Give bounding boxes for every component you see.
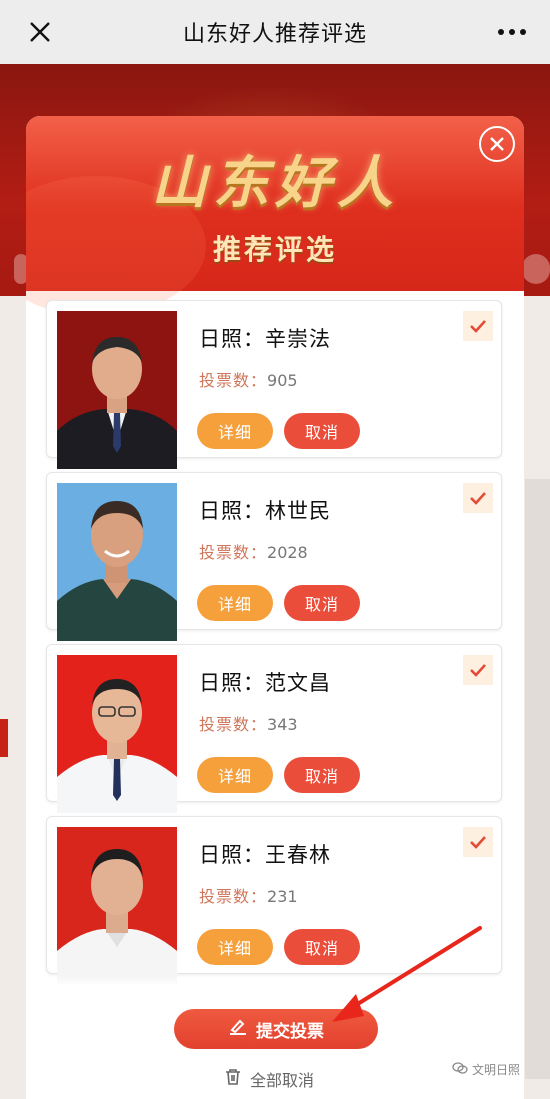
votes-value: 2028 <box>267 543 308 562</box>
background-pill <box>522 254 550 284</box>
watermark: 文明日照 <box>452 1061 520 1078</box>
detail-button[interactable]: 详细 <box>197 757 273 793</box>
candidate-card: 日照：范文昌 投票数：343 详细 取消 <box>46 644 502 813</box>
check-icon[interactable] <box>463 827 493 857</box>
vote-modal: 山东好人 推荐评选 日照：辛崇法 投票数：905 详细 取消 日照：林世民 投票… <box>26 116 524 1099</box>
candidate-name: 日照：范文昌 <box>199 671 331 695</box>
votes-value: 231 <box>267 887 298 906</box>
vote-icon <box>228 1018 248 1041</box>
detail-button[interactable]: 详细 <box>197 585 273 621</box>
cancel-button[interactable]: 取消 <box>284 413 360 449</box>
background-card <box>525 479 550 1079</box>
votes-label: 投票数： <box>199 715 268 734</box>
candidate-card: 日照：王春林 投票数：231 详细 取消 <box>46 816 502 985</box>
candidate-name: 日照：王春林 <box>199 843 331 867</box>
close-icon[interactable] <box>22 14 58 50</box>
more-icon[interactable] <box>492 14 532 50</box>
modal-header: 山东好人 推荐评选 <box>26 116 524 316</box>
cancel-button[interactable]: 取消 <box>284 929 360 965</box>
cancel-all-label: 全部取消 <box>250 1071 315 1090</box>
candidate-name: 日照：辛崇法 <box>199 327 331 351</box>
page-title: 山东好人推荐评选 <box>182 22 367 47</box>
check-icon[interactable] <box>463 483 493 513</box>
votes-value: 905 <box>267 371 298 390</box>
wechat-topbar: 山东好人推荐评选 <box>0 0 550 64</box>
candidate-card: 日照：林世民 投票数：2028 详细 取消 <box>46 472 502 641</box>
cancel-all-button[interactable]: 全部取消 <box>224 1064 314 1094</box>
candidate-votes: 投票数：231 <box>199 883 298 907</box>
candidate-photo <box>57 483 177 641</box>
detail-button[interactable]: 详细 <box>197 413 273 449</box>
cancel-button[interactable]: 取消 <box>284 757 360 793</box>
votes-label: 投票数： <box>199 371 268 390</box>
candidate-photo <box>57 311 177 469</box>
check-icon[interactable] <box>463 311 493 341</box>
brand-subtitle: 推荐评选 <box>212 233 337 266</box>
candidate-votes: 投票数：905 <box>199 367 298 391</box>
candidate-photo <box>57 655 177 813</box>
candidate-card: 日照：辛崇法 投票数：905 详细 取消 <box>46 300 502 469</box>
trash-icon <box>224 1068 242 1090</box>
close-circle-icon[interactable] <box>479 126 515 162</box>
votes-value: 343 <box>267 715 298 734</box>
check-icon[interactable] <box>463 655 493 685</box>
wechat-icon <box>452 1061 468 1078</box>
list-fade <box>26 976 524 986</box>
candidate-name: 日照：林世民 <box>199 499 331 523</box>
candidate-votes: 投票数：343 <box>199 711 298 735</box>
candidate-photo <box>57 827 177 985</box>
votes-label: 投票数： <box>199 543 268 562</box>
submit-vote-button[interactable]: 提交投票 <box>174 1009 378 1049</box>
candidate-votes: 投票数：2028 <box>199 539 308 563</box>
votes-label: 投票数： <box>199 887 268 906</box>
detail-button[interactable]: 详细 <box>197 929 273 965</box>
background-band <box>0 719 8 757</box>
brand-title: 山东好人 <box>151 150 399 216</box>
cancel-button[interactable]: 取消 <box>284 585 360 621</box>
watermark-text: 文明日照 <box>472 1063 521 1077</box>
submit-label: 提交投票 <box>256 1021 324 1042</box>
